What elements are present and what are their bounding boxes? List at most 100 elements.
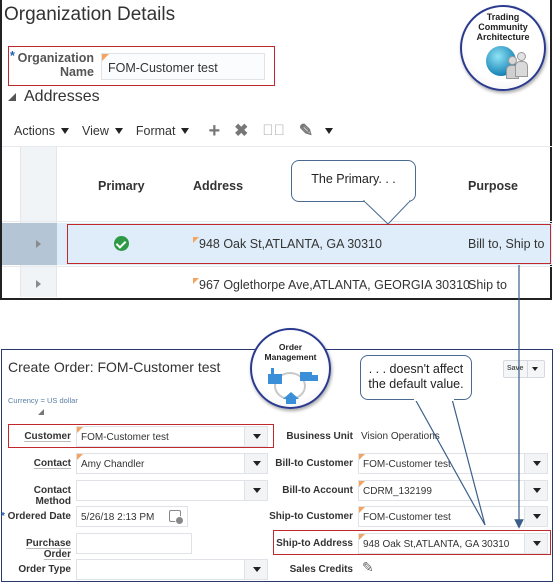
expand-row-icon[interactable] [36, 280, 41, 288]
dropdown-chevron-icon[interactable] [524, 454, 547, 473]
label-line2: Name [59, 65, 94, 79]
view-label: View [82, 124, 109, 138]
globe-people-icon [462, 42, 544, 82]
contact-method-label: Contact Method [33, 485, 71, 507]
bill-to-account-dropdown[interactable]: CDRM_132199 [358, 480, 548, 501]
label-line1: Organization [17, 51, 94, 65]
save-button[interactable]: Save [503, 360, 545, 378]
expand-row-icon[interactable] [36, 240, 41, 248]
changed-indicator-icon [359, 507, 365, 513]
dropdown-chevron-icon[interactable] [244, 427, 267, 446]
changed-indicator-icon [77, 427, 83, 433]
collapse-triangle-icon [8, 93, 16, 101]
ordered-date-value: 5/26/18 2:13 PM [81, 512, 155, 523]
check-circle-icon[interactable]: ✓⃝ [262, 123, 285, 139]
currency-label: Currency = US dollar [8, 396, 78, 405]
required-marker: * [10, 49, 15, 63]
address-value: 967 Oglethorpe Ave,ATLANTA, GEORGIA 3031… [199, 278, 470, 292]
changed-indicator-icon [102, 54, 109, 61]
business-unit-label: Business Unit [286, 431, 353, 442]
dropdown-chevron-icon[interactable] [524, 481, 547, 500]
logo-text: Order [278, 342, 303, 352]
order-type-label: Order Type [18, 564, 71, 575]
callout-doesnt-affect: . . . doesn't affect the default value. [360, 355, 472, 400]
changed-indicator-icon [359, 454, 365, 460]
organization-name-input[interactable]: FOM-Customer test [101, 53, 265, 80]
callout-text: . . . doesn't affect [368, 362, 464, 376]
ship-to-customer-dropdown[interactable]: FOM-Customer test [358, 506, 548, 527]
dropdown-chevron-icon[interactable] [524, 534, 547, 553]
chevron-down-icon [114, 128, 123, 134]
delete-icon[interactable]: ✖ [234, 122, 248, 139]
callout-text: the default value. [368, 377, 464, 391]
column-header-purpose[interactable]: Purpose [468, 179, 518, 193]
edit-pencil-icon[interactable]: ✎ [299, 122, 313, 139]
bill-to-account-label: Bill-to Account [282, 485, 353, 496]
bill-to-customer-label: Bill-to Customer [275, 458, 353, 469]
changed-indicator-icon [193, 278, 199, 284]
factory-truck-house-icon [252, 362, 329, 404]
customer-label[interactable]: Customer [4, 431, 71, 442]
addresses-section-toggle[interactable]: Addresses [8, 88, 100, 106]
sales-credits-label: Sales Credits [289, 564, 353, 575]
dropdown-chevron-icon[interactable] [524, 507, 547, 526]
addresses-header-label: Addresses [24, 88, 100, 105]
page-title: Organization Details [4, 4, 176, 25]
divider [2, 221, 552, 222]
format-menu[interactable]: Format [136, 124, 190, 138]
purchase-order-input[interactable] [76, 533, 192, 554]
column-header-address[interactable]: Address [193, 179, 243, 193]
primary-row-highlight [67, 224, 551, 264]
calendar-icon[interactable] [169, 510, 184, 525]
ship-to-customer-value: FOM-Customer test [363, 512, 451, 523]
callout-the-primary: The Primary. . . [291, 160, 416, 202]
chevron-down-icon [181, 128, 190, 134]
purchase-order-label[interactable]: Purchase Order [0, 538, 71, 560]
ship-to-address-dropdown[interactable]: 948 Oak St,ATLANTA, GA 30310 [358, 533, 548, 554]
view-menu[interactable]: View [82, 124, 123, 138]
actions-label: Actions [14, 124, 55, 138]
organization-name-value: FOM-Customer test [108, 61, 218, 75]
ship-to-address-label: Ship-to Address [276, 538, 353, 549]
ship-to-customer-label: Ship-to Customer [269, 511, 353, 522]
ordered-date-input[interactable]: 5/26/18 2:13 PM [76, 506, 188, 527]
contact-label[interactable]: Contact [4, 458, 71, 469]
logo-text: Management [264, 352, 317, 362]
contact-method-dropdown[interactable] [76, 480, 268, 501]
order-type-dropdown[interactable] [76, 559, 268, 580]
addresses-toolbar: Actions View Format + ✖ ✓⃝ ✎ [14, 121, 334, 141]
contact-value: Amy Chandler [81, 459, 145, 470]
address-cell[interactable]: 967 Oglethorpe Ave,ATLANTA, GEORGIA 3031… [193, 278, 470, 292]
row-selector[interactable] [2, 223, 57, 265]
save-options-chevron-icon[interactable] [532, 367, 538, 371]
purpose-cell: Ship to [468, 278, 507, 292]
divider [2, 146, 552, 147]
bill-to-customer-dropdown[interactable]: FOM-Customer test [358, 453, 548, 474]
edit-pencil-icon[interactable]: ✎ [362, 559, 374, 576]
logo-text: Community [478, 22, 528, 32]
organization-name-label: * Organization Name [10, 49, 94, 79]
save-label: Save [507, 365, 524, 372]
ship-to-address-value: 948 Oak St,ATLANTA, GA 30310 [363, 539, 510, 550]
changed-indicator-icon [77, 454, 83, 460]
changed-indicator-icon [359, 534, 365, 540]
add-icon[interactable]: + [208, 121, 220, 141]
business-unit-value: Vision Operations [361, 431, 440, 442]
order-management-logo: Order Management [250, 328, 331, 409]
logo-text: Architecture [476, 32, 530, 42]
logo-text: Trading [486, 12, 520, 22]
required-marker: * [0, 511, 5, 522]
column-header-primary[interactable]: Primary [98, 179, 145, 193]
trading-community-architecture-logo: Trading Community Architecture [460, 5, 546, 91]
collapse-triangle-icon[interactable] [38, 409, 44, 415]
more-actions-chevron-icon[interactable] [325, 128, 334, 134]
actions-menu[interactable]: Actions [14, 124, 69, 138]
create-order-title: Create Order: FOM-Customer test [8, 359, 221, 375]
customer-dropdown[interactable]: FOM-Customer test [76, 426, 268, 447]
contact-dropdown[interactable]: Amy Chandler [76, 453, 268, 474]
changed-indicator-icon [359, 481, 365, 487]
bill-to-customer-value: FOM-Customer test [363, 459, 451, 470]
ordered-date-label: * Ordered Date [0, 511, 71, 522]
ordered-date-label-text: Ordered Date [7, 511, 71, 522]
format-label: Format [135, 124, 176, 138]
